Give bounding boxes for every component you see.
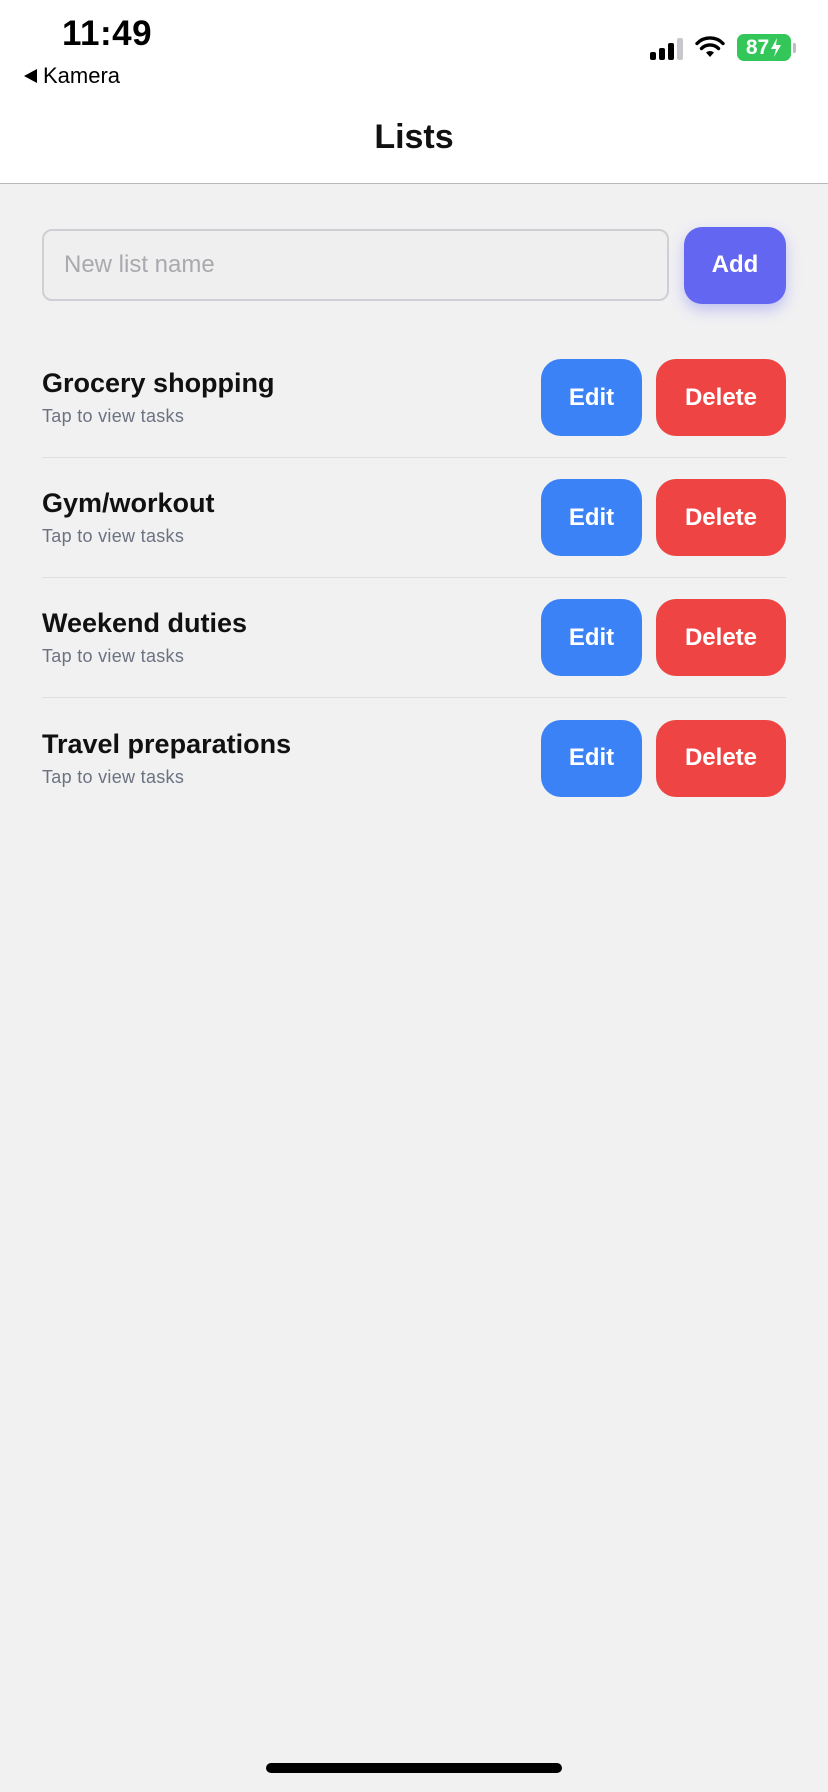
status-time: 11:49	[62, 14, 153, 53]
back-app-label: Kamera	[43, 63, 121, 88]
list-item-text: Weekend duties Tap to view tasks	[42, 608, 247, 667]
charging-bolt-icon	[771, 38, 782, 57]
list-item-actions: Edit Delete	[541, 599, 786, 676]
list-item[interactable]: Grocery shopping Tap to view tasks Edit …	[42, 338, 786, 458]
battery-charging-icon: 87	[737, 34, 796, 61]
top-bar: 11:49 Kamera 87 Lists	[0, 0, 828, 184]
list-item-title: Gym/workout	[42, 488, 215, 518]
home-indicator[interactable]	[266, 1763, 562, 1773]
list-item-title: Travel preparations	[42, 728, 292, 759]
list-item-subtitle: Tap to view tasks	[42, 406, 185, 426]
list-item[interactable]: Travel preparations Tap to view tasks Ed…	[42, 698, 786, 818]
new-list-name-input[interactable]	[42, 229, 669, 301]
page-title: Lists	[374, 118, 454, 156]
battery-level: 87	[745, 35, 770, 59]
back-arrow-icon	[24, 69, 37, 83]
list-item[interactable]: Weekend duties Tap to view tasks Edit De…	[42, 578, 786, 698]
wifi-icon	[695, 35, 725, 57]
list-item-actions: Edit Delete	[541, 359, 786, 436]
list-item-subtitle: Tap to view tasks	[42, 646, 185, 666]
status-icons: 87	[650, 34, 796, 61]
list-item-title: Weekend duties	[42, 608, 248, 638]
list-item-subtitle: Tap to view tasks	[42, 526, 185, 546]
list-item-text: Travel preparations Tap to view tasks	[42, 729, 291, 788]
edit-button[interactable]: Edit	[541, 479, 642, 556]
delete-button[interactable]: Delete	[656, 599, 786, 676]
delete-button[interactable]: Delete	[656, 359, 786, 436]
edit-button[interactable]: Edit	[541, 359, 642, 436]
list-item-title: Grocery shopping	[42, 368, 275, 398]
cellular-signal-icon	[650, 36, 683, 60]
list-item-actions: Edit Delete	[541, 479, 786, 556]
new-list-form: Add	[42, 226, 786, 304]
lists-container: Grocery shopping Tap to view tasks Edit …	[42, 338, 786, 818]
edit-button[interactable]: Edit	[541, 719, 642, 797]
list-item-text: Gym/workout Tap to view tasks	[42, 488, 215, 547]
list-item[interactable]: Gym/workout Tap to view tasks Edit Delet…	[42, 458, 786, 578]
list-item-text: Grocery shopping Tap to view tasks	[42, 368, 275, 427]
add-list-button[interactable]: Add	[684, 226, 786, 304]
edit-button[interactable]: Edit	[541, 599, 642, 676]
delete-button[interactable]: Delete	[656, 719, 786, 797]
list-item-actions: Edit Delete	[541, 719, 786, 797]
list-item-subtitle: Tap to view tasks	[42, 766, 185, 787]
back-to-app-link[interactable]: Kamera	[24, 63, 120, 89]
delete-button[interactable]: Delete	[656, 479, 786, 556]
